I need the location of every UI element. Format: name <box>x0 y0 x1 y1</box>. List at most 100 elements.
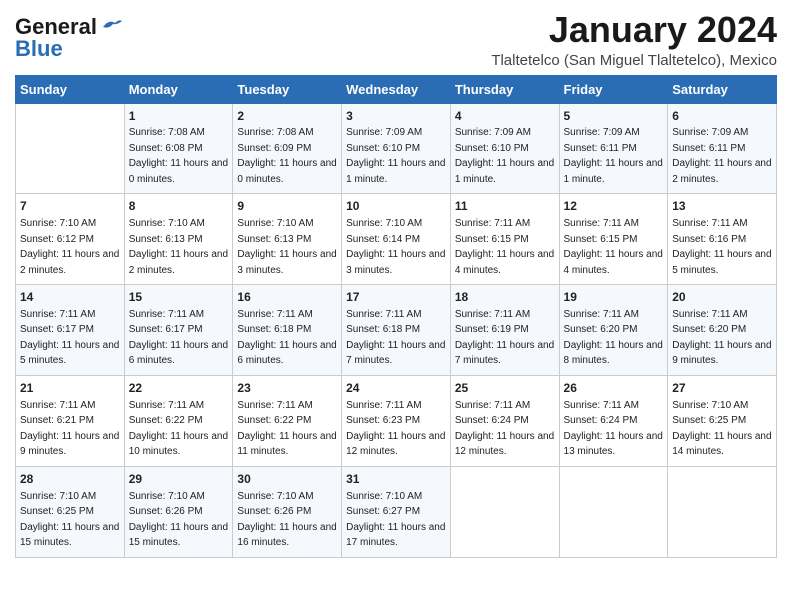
day-info: Sunrise: 7:10 AMSunset: 6:13 PMDaylight:… <box>237 218 336 276</box>
day-info: Sunrise: 7:11 AMSunset: 6:17 PMDaylight:… <box>20 309 119 367</box>
day-number: 16 <box>237 289 337 306</box>
calendar-cell: 11Sunrise: 7:11 AMSunset: 6:15 PMDayligh… <box>450 194 559 285</box>
day-number: 24 <box>346 380 446 397</box>
calendar-cell: 24 Sunrise: 7:11 AMSunset: 6:23 PMDayligh… <box>342 375 451 466</box>
day-number: 23 <box>237 380 337 397</box>
calendar-cell: 30Sunrise: 7:10 AMSunset: 6:26 PMDayligh… <box>233 466 342 557</box>
calendar-week-row: 1 Sunrise: 7:08 AMSunset: 6:08 PMDaylight… <box>16 103 777 194</box>
day-number: 26 <box>564 380 664 397</box>
calendar-week-row: 21 Sunrise: 7:11 AMSunset: 6:21 PMDayligh… <box>16 375 777 466</box>
calendar-cell: 1 Sunrise: 7:08 AMSunset: 6:08 PMDaylight… <box>124 103 233 194</box>
day-number: 28 <box>20 471 120 488</box>
calendar-cell: 31 Sunrise: 7:10 AMSunset: 6:27 PMDayligh… <box>342 466 451 557</box>
day-info: Sunrise: 7:09 AMSunset: 6:11 PMDaylight:… <box>672 127 771 185</box>
day-info: Sunrise: 7:08 AMSunset: 6:09 PMDaylight:… <box>237 127 336 185</box>
calendar-cell: 16Sunrise: 7:11 AMSunset: 6:18 PMDayligh… <box>233 285 342 376</box>
day-info: Sunrise: 7:11 AMSunset: 6:19 PMDaylight:… <box>455 309 554 367</box>
calendar-cell: 2 Sunrise: 7:08 AMSunset: 6:09 PMDaylight… <box>233 103 342 194</box>
weekday-header-wednesday: Wednesday <box>342 75 451 103</box>
calendar-cell: 15 Sunrise: 7:11 AMSunset: 6:17 PMDayligh… <box>124 285 233 376</box>
day-info: Sunrise: 7:11 AMSunset: 6:23 PMDaylight:… <box>346 400 445 458</box>
day-info: Sunrise: 7:11 AMSunset: 6:24 PMDaylight:… <box>455 400 554 458</box>
day-number: 27 <box>672 380 772 397</box>
calendar-cell: 4 Sunrise: 7:09 AMSunset: 6:10 PMDaylight… <box>450 103 559 194</box>
calendar-cell: 14 Sunrise: 7:11 AMSunset: 6:17 PMDayligh… <box>16 285 125 376</box>
calendar-week-row: 14 Sunrise: 7:11 AMSunset: 6:17 PMDayligh… <box>16 285 777 376</box>
day-number: 8 <box>129 198 229 215</box>
location-title: Tlaltetelco (San Miguel Tlaltetelco), Me… <box>491 52 777 69</box>
day-number: 14 <box>20 289 120 306</box>
day-number: 5 <box>564 108 664 125</box>
logo-bird-icon <box>101 17 123 35</box>
calendar-cell: 13 Sunrise: 7:11 AMSunset: 6:16 PMDayligh… <box>668 194 777 285</box>
day-info: Sunrise: 7:10 AMSunset: 6:25 PMDaylight:… <box>672 400 771 458</box>
weekday-header-tuesday: Tuesday <box>233 75 342 103</box>
day-number: 7 <box>20 198 120 215</box>
day-number: 12 <box>564 198 664 215</box>
page-header: General Blue January 2024 Tlaltetelco (S… <box>15 10 777 69</box>
logo-text-blue: Blue <box>15 36 63 62</box>
calendar-cell <box>16 103 125 194</box>
weekday-header-friday: Friday <box>559 75 668 103</box>
day-info: Sunrise: 7:11 AMSunset: 6:18 PMDaylight:… <box>346 309 445 367</box>
day-info: Sunrise: 7:10 AMSunset: 6:13 PMDaylight:… <box>129 218 228 276</box>
calendar-week-row: 7 Sunrise: 7:10 AMSunset: 6:12 PMDaylight… <box>16 194 777 285</box>
day-info: Sunrise: 7:10 AMSunset: 6:25 PMDaylight:… <box>20 491 119 549</box>
calendar-cell: 3 Sunrise: 7:09 AMSunset: 6:10 PMDaylight… <box>342 103 451 194</box>
day-number: 15 <box>129 289 229 306</box>
day-number: 19 <box>564 289 664 306</box>
calendar-cell: 20 Sunrise: 7:11 AMSunset: 6:20 PMDayligh… <box>668 285 777 376</box>
calendar-cell <box>559 466 668 557</box>
day-number: 31 <box>346 471 446 488</box>
day-number: 3 <box>346 108 446 125</box>
calendar-cell: 9 Sunrise: 7:10 AMSunset: 6:13 PMDaylight… <box>233 194 342 285</box>
calendar-cell: 8 Sunrise: 7:10 AMSunset: 6:13 PMDaylight… <box>124 194 233 285</box>
month-title: January 2024 <box>491 10 777 50</box>
weekday-header-monday: Monday <box>124 75 233 103</box>
day-info: Sunrise: 7:09 AMSunset: 6:10 PMDaylight:… <box>455 127 554 185</box>
weekday-header-sunday: Sunday <box>16 75 125 103</box>
calendar-week-row: 28 Sunrise: 7:10 AMSunset: 6:25 PMDayligh… <box>16 466 777 557</box>
weekday-header-row: SundayMondayTuesdayWednesdayThursdayFrid… <box>16 75 777 103</box>
calendar-cell: 12 Sunrise: 7:11 AMSunset: 6:15 PMDayligh… <box>559 194 668 285</box>
calendar-cell: 28 Sunrise: 7:10 AMSunset: 6:25 PMDayligh… <box>16 466 125 557</box>
calendar-cell: 18 Sunrise: 7:11 AMSunset: 6:19 PMDayligh… <box>450 285 559 376</box>
day-number: 25 <box>455 380 555 397</box>
calendar-cell <box>450 466 559 557</box>
calendar-cell <box>668 466 777 557</box>
day-number: 2 <box>237 108 337 125</box>
day-info: Sunrise: 7:11 AMSunset: 6:20 PMDaylight:… <box>672 309 771 367</box>
day-number: 9 <box>237 198 337 215</box>
day-number: 4 <box>455 108 555 125</box>
day-info: Sunrise: 7:11 AMSunset: 6:17 PMDaylight:… <box>129 309 228 367</box>
logo: General Blue <box>15 14 123 62</box>
calendar-cell: 5 Sunrise: 7:09 AMSunset: 6:11 PMDaylight… <box>559 103 668 194</box>
day-info: Sunrise: 7:11 AMSunset: 6:22 PMDaylight:… <box>129 400 228 458</box>
day-info: Sunrise: 7:10 AMSunset: 6:27 PMDaylight:… <box>346 491 445 549</box>
day-info: Sunrise: 7:11 AMSunset: 6:22 PMDaylight:… <box>237 400 336 458</box>
day-info: Sunrise: 7:10 AMSunset: 6:26 PMDaylight:… <box>237 491 336 549</box>
day-info: Sunrise: 7:11 AMSunset: 6:21 PMDaylight:… <box>20 400 119 458</box>
day-number: 17 <box>346 289 446 306</box>
calendar-cell: 6Sunrise: 7:09 AMSunset: 6:11 PMDaylight… <box>668 103 777 194</box>
calendar-cell: 29Sunrise: 7:10 AMSunset: 6:26 PMDayligh… <box>124 466 233 557</box>
day-info: Sunrise: 7:08 AMSunset: 6:08 PMDaylight:… <box>129 127 228 185</box>
day-number: 1 <box>129 108 229 125</box>
day-number: 20 <box>672 289 772 306</box>
day-number: 11 <box>455 198 555 215</box>
day-info: Sunrise: 7:11 AMSunset: 6:15 PMDaylight:… <box>564 218 663 276</box>
calendar-cell: 26Sunrise: 7:11 AMSunset: 6:24 PMDayligh… <box>559 375 668 466</box>
weekday-header-thursday: Thursday <box>450 75 559 103</box>
calendar-cell: 23 Sunrise: 7:11 AMSunset: 6:22 PMDayligh… <box>233 375 342 466</box>
day-info: Sunrise: 7:11 AMSunset: 6:16 PMDaylight:… <box>672 218 771 276</box>
day-info: Sunrise: 7:10 AMSunset: 6:26 PMDaylight:… <box>129 491 228 549</box>
day-number: 18 <box>455 289 555 306</box>
calendar-table: SundayMondayTuesdayWednesdayThursdayFrid… <box>15 75 777 558</box>
day-info: Sunrise: 7:10 AMSunset: 6:12 PMDaylight:… <box>20 218 119 276</box>
day-info: Sunrise: 7:11 AMSunset: 6:20 PMDaylight:… <box>564 309 663 367</box>
day-info: Sunrise: 7:09 AMSunset: 6:10 PMDaylight:… <box>346 127 445 185</box>
day-info: Sunrise: 7:09 AMSunset: 6:11 PMDaylight:… <box>564 127 663 185</box>
calendar-cell: 17 Sunrise: 7:11 AMSunset: 6:18 PMDayligh… <box>342 285 451 376</box>
day-number: 13 <box>672 198 772 215</box>
day-number: 21 <box>20 380 120 397</box>
